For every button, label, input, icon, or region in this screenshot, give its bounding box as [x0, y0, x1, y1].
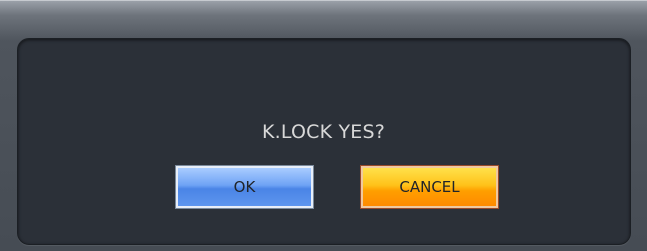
ok-button[interactable]: OK [176, 166, 313, 208]
cancel-button-label: CANCEL [399, 178, 460, 196]
ok-button-label: OK [233, 178, 256, 196]
cancel-button[interactable]: CANCEL [361, 166, 498, 208]
dialog-message: K.LOCK YES? [261, 121, 386, 143]
